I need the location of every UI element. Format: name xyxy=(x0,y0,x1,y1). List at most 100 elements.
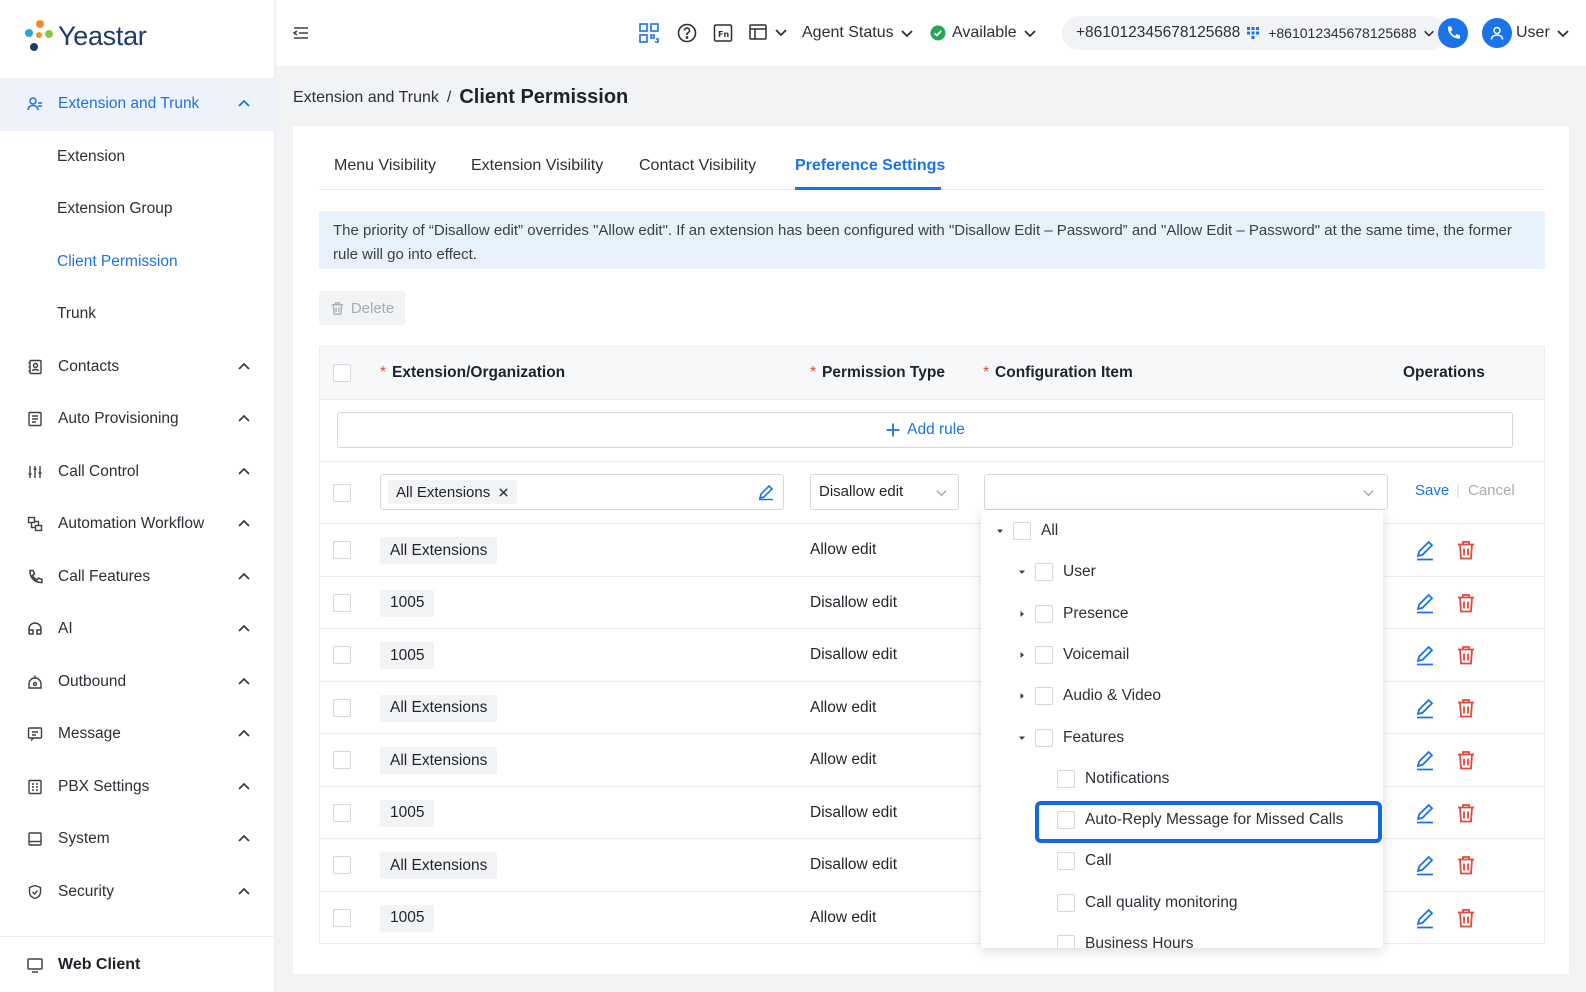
caret-down-icon[interactable] xyxy=(1017,567,1027,577)
tree-node-presence[interactable]: Presence xyxy=(1017,602,1128,626)
trash-icon[interactable] xyxy=(1455,539,1477,561)
sidebar-item-call-features[interactable]: Call Features xyxy=(0,551,275,604)
tree-node-features[interactable]: Features xyxy=(1017,726,1124,750)
trash-icon[interactable] xyxy=(1455,802,1477,824)
save-button[interactable]: Save xyxy=(1415,482,1449,499)
trash-icon[interactable] xyxy=(1455,907,1477,929)
sidebar-item-ai[interactable]: AI xyxy=(0,603,275,656)
close-icon[interactable] xyxy=(498,487,509,498)
sidebar-subitem-extension-group[interactable]: Extension Group xyxy=(0,183,275,236)
row-checkbox[interactable] xyxy=(333,908,351,927)
caret-down-icon[interactable] xyxy=(995,526,1005,536)
edit-icon[interactable] xyxy=(757,483,775,501)
breadcrumb-parent[interactable]: Extension and Trunk xyxy=(293,89,439,107)
edit-icon[interactable] xyxy=(1414,539,1436,561)
sidebar-item-pbx-settings[interactable]: PBX Settings xyxy=(0,761,275,814)
tree-checkbox[interactable] xyxy=(1035,563,1053,582)
tab-extension-visibility[interactable]: Extension Visibility xyxy=(471,157,603,175)
call-button[interactable] xyxy=(1438,18,1468,48)
qr-code-icon[interactable] xyxy=(638,22,660,44)
sidebar-item-outbound[interactable]: Outbound xyxy=(0,656,275,709)
tree-node-business-hours[interactable]: Business Hours xyxy=(1057,932,1194,948)
select-all-checkbox[interactable] xyxy=(333,364,351,382)
sidebar-subitem-client-permission[interactable]: Client Permission xyxy=(0,236,275,289)
row-checkbox[interactable] xyxy=(333,698,351,717)
row-checkbox[interactable] xyxy=(333,803,351,822)
tree-node-voicemail[interactable]: Voicemail xyxy=(1017,643,1129,667)
tree-node-audio-video[interactable]: Audio & Video xyxy=(1017,684,1161,708)
tree-node-user[interactable]: User xyxy=(1017,560,1096,584)
extension-selector[interactable]: All Extensions xyxy=(380,474,784,510)
tree-node-call-quality-monitoring[interactable]: Call quality monitoring xyxy=(1057,891,1238,915)
layout-menu[interactable] xyxy=(748,22,788,42)
tree-checkbox[interactable] xyxy=(1057,893,1075,912)
tree-checkbox[interactable] xyxy=(1057,935,1075,948)
edit-icon[interactable] xyxy=(1414,907,1436,929)
tree-checkbox[interactable] xyxy=(1035,687,1053,706)
sidebar-item-security[interactable]: Security xyxy=(0,866,275,919)
caret-down-icon[interactable] xyxy=(1017,733,1027,743)
caret-right-icon[interactable] xyxy=(1017,650,1027,660)
edit-icon[interactable] xyxy=(1414,644,1436,666)
tab-menu-visibility[interactable]: Menu Visibility xyxy=(334,157,436,175)
delete-button[interactable]: Delete xyxy=(319,291,405,325)
tab-contact-visibility[interactable]: Contact Visibility xyxy=(639,157,756,175)
edit-icon[interactable] xyxy=(1414,749,1436,771)
sidebar-subitem-extension[interactable]: Extension xyxy=(0,131,275,184)
cancel-button[interactable]: Cancel xyxy=(1468,482,1515,499)
tree-node-all[interactable]: All xyxy=(995,519,1058,543)
permission-type-cell: Disallow edit xyxy=(810,593,898,611)
row-checkbox[interactable] xyxy=(333,646,351,664)
tree-node-call[interactable]: Call xyxy=(1057,849,1112,873)
extension-tag: All Extensions xyxy=(380,747,498,774)
tag-label: All Extensions xyxy=(396,483,491,501)
tree-checkbox[interactable] xyxy=(1035,728,1053,747)
trash-icon[interactable] xyxy=(1455,592,1477,614)
edit-icon[interactable] xyxy=(1414,697,1436,719)
sidebar-item-extension-and-trunk[interactable]: Extension and Trunk xyxy=(0,78,275,131)
tree-node-label: Call quality monitoring xyxy=(1085,893,1238,911)
permission-type-select[interactable]: Disallow edit xyxy=(810,474,959,510)
sidebar-item-auto-provisioning[interactable]: Auto Provisioning xyxy=(0,393,275,446)
trash-icon[interactable] xyxy=(1455,697,1477,719)
add-rule-button[interactable]: Add rule xyxy=(337,412,1513,448)
row-checkbox[interactable] xyxy=(333,856,351,874)
trash-icon[interactable] xyxy=(1455,749,1477,771)
sidebar-item-contacts[interactable]: Contacts xyxy=(0,341,275,394)
edit-icon[interactable] xyxy=(1414,802,1436,824)
edit-icon[interactable] xyxy=(1414,854,1436,876)
sidebar-item-call-control[interactable]: Call Control xyxy=(0,446,275,499)
row-checkbox[interactable] xyxy=(333,484,351,502)
chevron-up-icon xyxy=(238,729,250,737)
help-icon[interactable] xyxy=(676,22,698,44)
presence-status-menu[interactable]: Available xyxy=(930,22,1037,44)
tree-checkbox[interactable] xyxy=(1035,604,1053,623)
web-client-link[interactable]: Web Client xyxy=(0,936,275,992)
trash-icon[interactable] xyxy=(1455,854,1477,876)
tree-checkbox[interactable] xyxy=(1035,645,1053,664)
sidebar-item-automation-workflow[interactable]: Automation Workflow xyxy=(0,498,275,551)
tree-checkbox[interactable] xyxy=(1057,852,1075,871)
agent-status-menu[interactable]: Agent Status xyxy=(802,22,914,44)
configuration-item-select[interactable] xyxy=(984,474,1388,510)
sidebar-subitem-trunk[interactable]: Trunk xyxy=(0,288,275,341)
phone-icon xyxy=(26,568,44,586)
caret-right-icon[interactable] xyxy=(1017,691,1027,701)
caret-right-icon[interactable] xyxy=(1017,609,1027,619)
tree-node-notifications[interactable]: Notifications xyxy=(1057,767,1169,791)
row-checkbox[interactable] xyxy=(333,751,351,769)
function-key-icon[interactable]: Fn xyxy=(712,22,734,44)
tree-checkbox[interactable] xyxy=(1013,522,1031,540)
caller-id-selector[interactable]: +861012345678125688 +861012345678125688 xyxy=(1062,16,1446,50)
sidebar-item-message[interactable]: Message xyxy=(0,708,275,761)
user-menu[interactable]: User xyxy=(1516,22,1570,44)
row-checkbox[interactable] xyxy=(333,541,351,559)
tree-checkbox[interactable] xyxy=(1057,769,1075,788)
avatar[interactable] xyxy=(1482,18,1512,48)
trash-icon[interactable] xyxy=(1455,644,1477,666)
sidebar-item-system[interactable]: System xyxy=(0,813,275,866)
edit-icon[interactable] xyxy=(1414,592,1436,614)
collapse-menu-icon[interactable] xyxy=(292,24,310,42)
row-checkbox[interactable] xyxy=(333,593,351,612)
tab-preference-settings[interactable]: Preference Settings xyxy=(795,157,945,175)
